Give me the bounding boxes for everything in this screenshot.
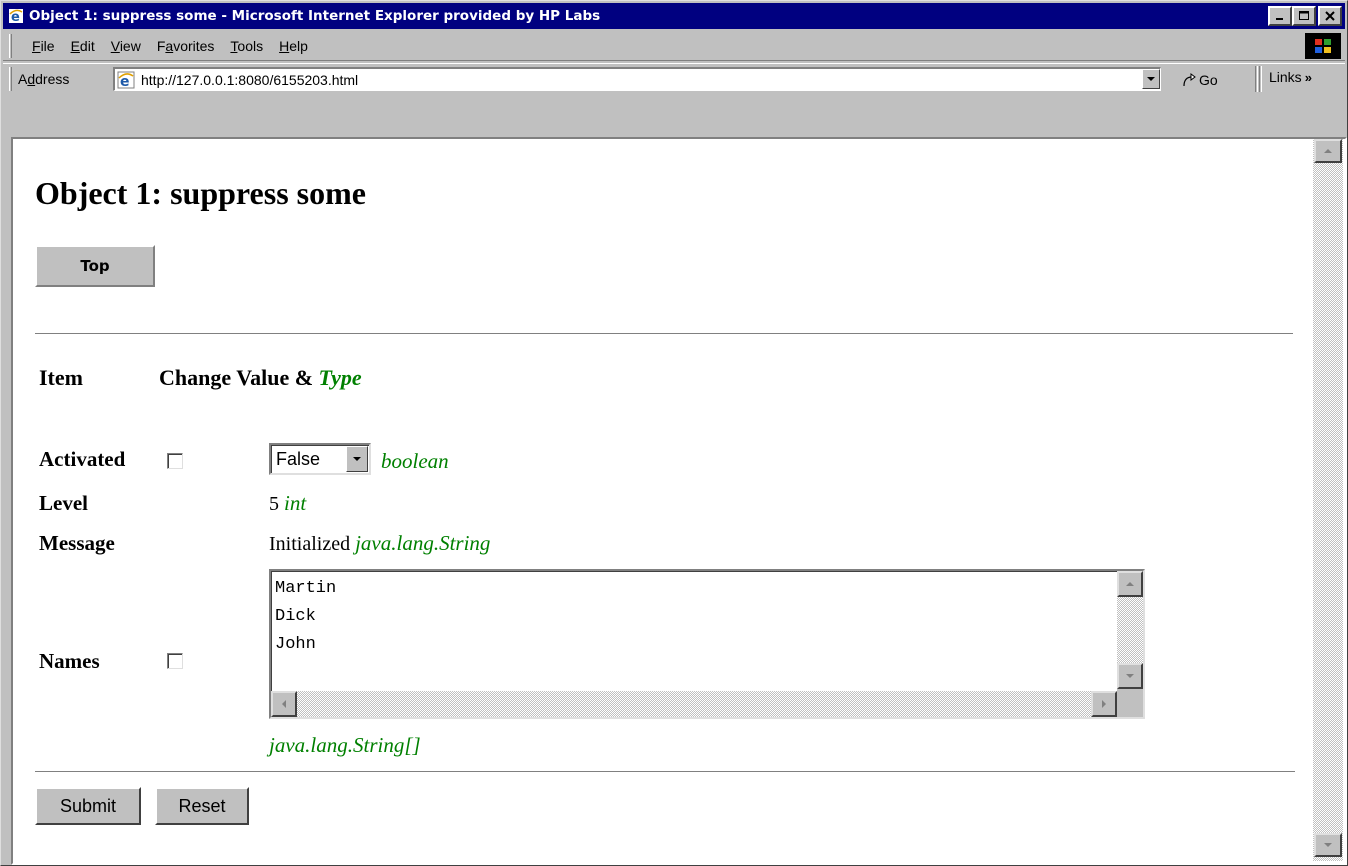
message-value-text: Initialized xyxy=(269,533,351,555)
message-value: Initialized java.lang.String xyxy=(269,531,490,556)
menu-item-file[interactable]: File xyxy=(24,38,63,54)
scroll-down-icon xyxy=(1126,674,1134,678)
submit-button[interactable]: Submit xyxy=(35,787,141,825)
minimize-button[interactable] xyxy=(1268,6,1292,26)
names-lines: Martin Dick John xyxy=(275,575,336,659)
message-label: Message xyxy=(39,531,115,555)
column-header-change-value: Change Value & Type xyxy=(159,365,362,391)
page-title: Object 1: suppress some xyxy=(35,175,366,211)
minimize-icon xyxy=(1276,18,1283,20)
menu-item-label: vorites xyxy=(173,37,215,54)
scroll-up-icon xyxy=(1126,582,1134,586)
address-dropdown-button[interactable] xyxy=(1142,69,1160,89)
menu-item-label: H xyxy=(279,37,290,54)
scroll-up-icon xyxy=(1324,149,1332,153)
menu-item-view[interactable]: View xyxy=(103,38,149,54)
scroll-down-icon xyxy=(1324,843,1332,847)
scroll-down-button[interactable] xyxy=(1117,663,1143,689)
toolbar-area xyxy=(3,95,1345,137)
address-input[interactable]: e http://127.0.0.1:8080/6155203.html xyxy=(113,67,1161,91)
scroll-left-icon xyxy=(282,700,286,708)
level-type: int xyxy=(284,491,307,515)
title-bar: e Object 1: suppress some - Microsoft In… xyxy=(3,3,1345,29)
links-button[interactable]: Links» xyxy=(1269,69,1312,85)
reset-button[interactable]: Reset xyxy=(155,787,249,825)
address-label: Address xyxy=(18,70,70,87)
textarea-vertical-scrollbar[interactable] xyxy=(1117,571,1143,689)
links-label: Links xyxy=(1269,69,1302,85)
toolbar-grip[interactable] xyxy=(9,66,12,91)
go-button[interactable]: Go xyxy=(1181,69,1218,91)
menu-item-favorites[interactable]: Favorites xyxy=(149,38,223,54)
scroll-up-button[interactable] xyxy=(1117,571,1143,597)
scroll-right-button[interactable] xyxy=(1091,691,1117,717)
menu-item-label: iew xyxy=(119,37,141,54)
activated-select[interactable]: False xyxy=(269,443,371,475)
page-vertical-scrollbar[interactable] xyxy=(1313,139,1343,861)
maximize-icon xyxy=(1299,11,1309,20)
divider xyxy=(35,333,1293,335)
names-type: java.lang.String[] xyxy=(269,733,421,757)
menu-item-label: E xyxy=(70,37,80,54)
toolbar-grip[interactable] xyxy=(9,33,12,58)
page-scroll-up-button[interactable] xyxy=(1314,139,1342,163)
scroll-right-icon xyxy=(1102,700,1106,708)
address-bar: Address e http://127.0.0.1:8080/6155203.… xyxy=(3,63,1345,93)
scroll-left-button[interactable] xyxy=(271,691,297,717)
menu-item-label: ile xyxy=(40,37,55,54)
divider xyxy=(35,771,1295,773)
chevron-down-icon xyxy=(353,457,361,461)
activated-select-value: False xyxy=(276,448,321,469)
address-url: http://127.0.0.1:8080/6155203.html xyxy=(141,71,359,88)
menu-item-tools[interactable]: Tools xyxy=(222,38,271,54)
window-title: Object 1: suppress some - Microsoft Inte… xyxy=(29,8,601,24)
chevron-down-icon xyxy=(1147,77,1155,81)
windows-logo-icon xyxy=(1305,33,1341,59)
toolbar-separator xyxy=(1259,66,1262,92)
close-button[interactable] xyxy=(1318,6,1342,26)
menu-item-help[interactable]: Help xyxy=(271,38,316,54)
scrollbar-corner xyxy=(1117,689,1143,717)
toolbar-separator xyxy=(1255,66,1258,92)
column-header-item: Item xyxy=(39,365,83,390)
menu-item-label: dit xyxy=(79,37,95,54)
menu-item-label: elp xyxy=(289,37,308,54)
menu-item-label: F xyxy=(32,37,41,54)
menu-item-label: ools xyxy=(237,37,264,54)
menu-item-edit[interactable]: Edit xyxy=(63,38,103,54)
activated-type: boolean xyxy=(381,449,449,473)
level-label: Level xyxy=(39,491,88,515)
change-value-label: Change Value & xyxy=(159,365,319,390)
page-content: Object 1: suppress some Top Item Change … xyxy=(15,141,1311,859)
activated-label: Activated xyxy=(39,447,126,471)
close-icon xyxy=(1325,11,1335,21)
links-chevron-icon: » xyxy=(1304,70,1312,85)
names-line: Martin xyxy=(275,579,337,598)
names-line: John xyxy=(275,635,316,654)
ie-logo-icon: e xyxy=(7,7,25,25)
level-value: 5 int xyxy=(269,491,306,516)
level-value-text: 5 xyxy=(269,493,279,515)
names-line: Dick xyxy=(275,607,316,626)
select-dropdown-button[interactable] xyxy=(346,446,368,472)
page-scroll-down-button[interactable] xyxy=(1314,833,1342,857)
go-label: Go xyxy=(1199,72,1218,88)
maximize-button[interactable] xyxy=(1292,6,1316,26)
names-checkbox[interactable] xyxy=(167,653,183,669)
type-label: Type xyxy=(318,365,362,390)
menu-bar: File Edit View Favorites Tools Help xyxy=(3,31,1345,61)
activated-checkbox[interactable] xyxy=(167,453,183,469)
browser-window: e Object 1: suppress some - Microsoft In… xyxy=(0,0,1348,866)
names-label: Names xyxy=(39,649,100,673)
top-button[interactable]: Top xyxy=(35,245,155,287)
menu-item-label: V xyxy=(110,37,120,54)
go-arrow-icon xyxy=(1183,73,1196,87)
page-ie-icon: e xyxy=(117,71,137,90)
names-textarea[interactable]: Martin Dick John xyxy=(269,569,1145,719)
textarea-horizontal-scrollbar[interactable] xyxy=(271,691,1117,717)
message-type: java.lang.String xyxy=(355,531,491,555)
